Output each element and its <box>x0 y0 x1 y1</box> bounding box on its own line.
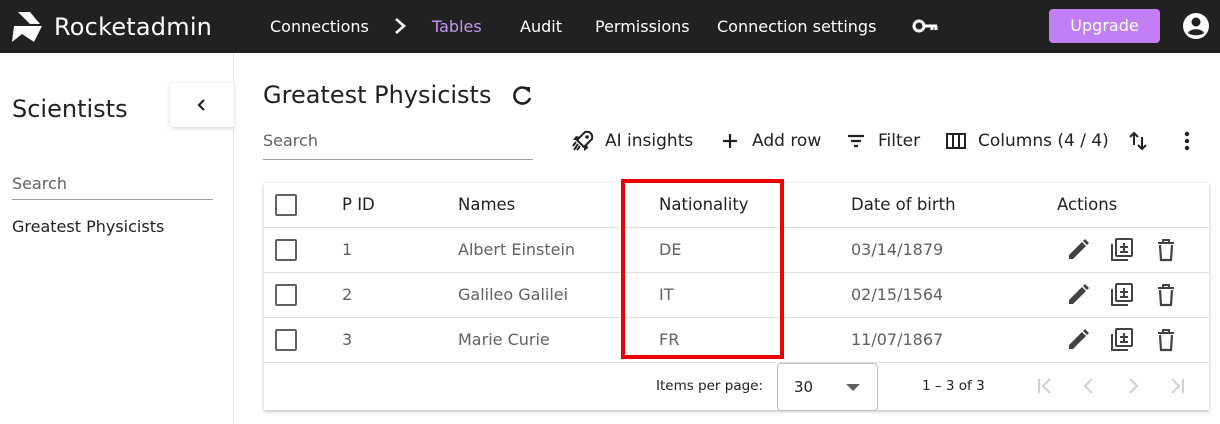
collapse-sidebar-button[interactable] <box>170 83 234 127</box>
select-all-checkbox[interactable] <box>275 194 297 216</box>
sort-button[interactable] <box>1124 127 1152 155</box>
delete-icon[interactable] <box>1153 327 1179 353</box>
row-checkbox[interactable] <box>275 329 297 351</box>
cell-dob: 03/14/1879 <box>851 240 944 259</box>
edit-icon[interactable] <box>1065 282 1091 308</box>
last-page-icon[interactable] <box>1165 374 1189 398</box>
cell-id: 3 <box>342 330 353 349</box>
cell-dob: 02/15/1564 <box>851 285 944 304</box>
columns-button[interactable]: Columns (4 / 4) <box>944 125 1109 157</box>
delete-icon[interactable] <box>1153 282 1179 308</box>
brand-name: Rocketadmin <box>54 13 213 41</box>
key-icon[interactable] <box>912 17 938 35</box>
next-page-icon[interactable] <box>1121 374 1145 398</box>
upgrade-button[interactable]: Upgrade <box>1049 9 1160 43</box>
table-row: 2 Galileo Galilei IT 02/15/1564 <box>264 273 1209 318</box>
edit-icon[interactable] <box>1065 327 1091 353</box>
rocket-icon <box>572 130 594 151</box>
cell-id: 2 <box>342 285 353 304</box>
cell-name: Galileo Galilei <box>458 285 569 304</box>
delete-icon[interactable] <box>1153 237 1179 263</box>
dropdown-arrow-icon <box>846 384 860 391</box>
duplicate-icon[interactable] <box>1109 282 1135 308</box>
add-row-label: Add row <box>752 131 822 151</box>
brand-logo[interactable]: Rocketadmin <box>12 11 212 43</box>
chevron-left-icon <box>197 99 205 111</box>
sidebar-item-greatest-physicists[interactable]: Greatest Physicists <box>12 217 164 236</box>
table-row: 1 Albert Einstein DE 03/14/1879 <box>264 228 1209 273</box>
column-header-names[interactable]: Names <box>458 183 515 227</box>
ai-insights-label: AI insights <box>605 131 694 151</box>
columns-label: Columns (4 / 4) <box>978 131 1109 151</box>
cell-nationality: IT <box>659 285 674 304</box>
more-vertical-icon <box>1184 131 1190 151</box>
column-header-id[interactable]: P ID <box>342 183 375 227</box>
cell-id: 1 <box>342 240 353 259</box>
cell-nationality: FR <box>659 330 680 349</box>
sidebar-search-input[interactable] <box>12 163 213 200</box>
previous-page-icon[interactable] <box>1077 374 1101 398</box>
cell-name: Albert Einstein <box>458 240 576 259</box>
ai-insights-button[interactable]: AI insights <box>571 125 693 157</box>
nav-connection-settings[interactable]: Connection settings <box>717 0 876 53</box>
column-header-actions: Actions <box>1057 195 1118 214</box>
account-circle-icon[interactable] <box>1182 12 1210 40</box>
filter-button[interactable]: Filter <box>844 125 920 157</box>
cell-dob: 11/07/1867 <box>851 330 944 349</box>
page-size-select[interactable]: 30 <box>777 363 878 411</box>
filter-icon <box>848 134 864 148</box>
sidebar: Scientists Greatest Physicists <box>0 53 234 424</box>
column-header-dob[interactable]: Date of birth <box>851 183 956 227</box>
edit-icon[interactable] <box>1065 237 1091 263</box>
page-range-label: 1 – 3 of 3 <box>922 378 985 394</box>
refresh-icon[interactable] <box>509 83 535 109</box>
table-search-input[interactable] <box>263 121 533 160</box>
page-size-value: 30 <box>794 378 814 396</box>
chevron-right-icon <box>395 18 406 34</box>
top-bar: Rocketadmin Connections Tables Audit Per… <box>0 0 1220 53</box>
nav-tables[interactable]: Tables <box>432 0 482 53</box>
add-row-button[interactable]: Add row <box>718 125 821 157</box>
rocket-logo-icon <box>12 12 42 42</box>
nav-connections[interactable]: Connections <box>270 0 369 53</box>
sidebar-title: Scientists <box>12 95 128 123</box>
row-checkbox[interactable] <box>275 239 297 261</box>
cell-name: Marie Curie <box>458 330 550 349</box>
data-table: P ID Names Nationality Date of birth Act… <box>264 183 1209 411</box>
row-checkbox[interactable] <box>275 284 297 306</box>
cell-nationality: DE <box>659 240 682 259</box>
first-page-icon[interactable] <box>1033 374 1057 398</box>
swap-vertical-icon <box>1129 131 1147 151</box>
plus-icon <box>723 134 737 148</box>
filter-label: Filter <box>878 131 921 151</box>
items-per-page-label: Items per page: <box>656 378 764 394</box>
paginator: Items per page: 30 1 – 3 of 3 <box>264 363 1209 411</box>
table-header-row: P ID Names Nationality Date of birth Act… <box>264 183 1209 228</box>
column-header-nationality[interactable]: Nationality <box>659 183 749 227</box>
table-row: 3 Marie Curie FR 11/07/1867 <box>264 318 1209 363</box>
columns-icon <box>946 133 966 149</box>
page-title: Greatest Physicists <box>263 81 492 109</box>
more-options-button[interactable] <box>1173 127 1201 155</box>
nav-audit[interactable]: Audit <box>520 0 562 53</box>
duplicate-icon[interactable] <box>1109 237 1135 263</box>
duplicate-icon[interactable] <box>1109 327 1135 353</box>
nav-permissions[interactable]: Permissions <box>595 0 690 53</box>
